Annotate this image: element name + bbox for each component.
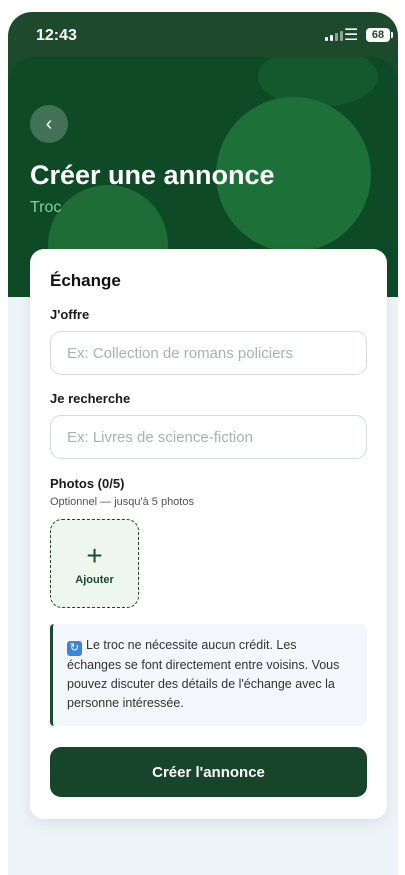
photos-label: Photos (0/5) [50, 476, 125, 491]
plus-icon: + [86, 539, 103, 571]
search-input[interactable] [50, 415, 367, 459]
info-box: ↻ Le troc ne nécessite aucun crédit. Les … [50, 624, 367, 726]
page-subtitle: Troc [30, 199, 62, 216]
photos-hint: Optionnel — jusqu'à 5 photos [50, 496, 194, 508]
refresh-icon: ↻ [67, 641, 82, 656]
form-card: Échange J'offre Je recherche Photos (0/5… [30, 249, 387, 819]
search-label: Je recherche [50, 391, 131, 406]
add-photo-button[interactable]: + Ajouter [50, 519, 139, 608]
status-time: 12:43 [36, 27, 77, 44]
page-title: Créer une annonce [30, 160, 275, 190]
add-photo-label: Ajouter [75, 573, 114, 586]
info-text: Le troc ne nécessite aucun crédit. Les é… [67, 638, 340, 710]
offer-input[interactable] [50, 331, 367, 375]
wifi-icon: ☰ [344, 27, 359, 44]
create-listing-button[interactable]: Créer l'annonce [50, 747, 367, 797]
phone-screen: 12:43 ☰ 68 ‹ Créer une annonce Troc Écha… [8, 12, 398, 875]
status-bar: 12:43 ☰ 68 [8, 12, 398, 57]
offer-label: J'offre [50, 307, 90, 322]
signal-icon [325, 31, 343, 41]
battery-icon: 68 [366, 28, 393, 42]
section-title: Échange [50, 271, 121, 290]
chevron-left-icon: ‹ [45, 113, 53, 135]
back-button[interactable]: ‹ [30, 105, 68, 143]
